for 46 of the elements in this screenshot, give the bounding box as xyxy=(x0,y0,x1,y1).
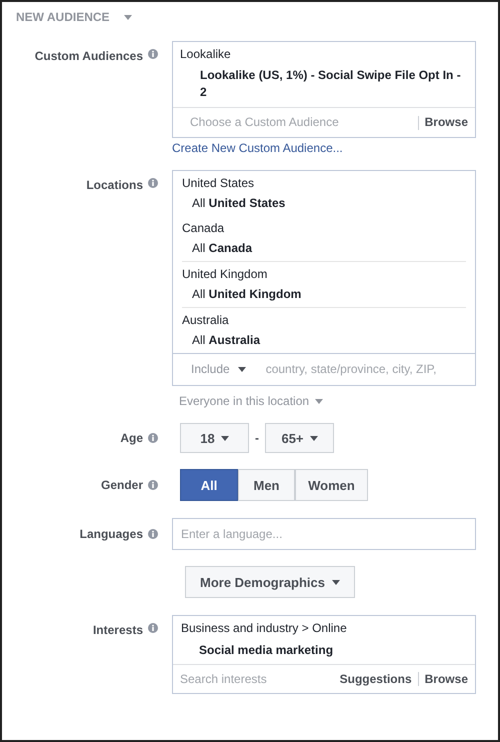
info-icon xyxy=(148,433,158,443)
selected-location[interactable]: All United States xyxy=(182,196,466,211)
location-group: Canada xyxy=(182,221,466,236)
location-search-field[interactable]: country, state/province, city, ZIP, xyxy=(266,362,469,377)
caret-icon xyxy=(238,367,246,372)
language-field[interactable]: Enter a language... xyxy=(172,518,476,550)
age-max-dropdown[interactable]: 65+ xyxy=(265,423,334,453)
location-group: United States xyxy=(182,176,466,191)
field-label: Age xyxy=(120,430,143,446)
selected-audience[interactable]: Lookalike (US, 1%) - Social Swipe File Opt In - 2 xyxy=(180,67,468,101)
info-icon xyxy=(148,49,158,59)
location-group: United Kingdom xyxy=(182,267,466,282)
search-field[interactable]: Choose a Custom Audience xyxy=(190,115,412,130)
field-label: Gender xyxy=(100,478,143,492)
field-label: Custom Audiences xyxy=(34,49,143,64)
info-icon xyxy=(148,178,158,188)
suggestions-link[interactable]: Suggestions xyxy=(340,672,412,686)
info-icon xyxy=(148,623,158,633)
more-demographics-dropdown[interactable]: More Demographics xyxy=(185,566,355,598)
selected-interest[interactable]: Social media marketing xyxy=(181,643,467,658)
interest-search-field[interactable]: Search interests xyxy=(180,672,340,686)
field-label: Interests xyxy=(92,623,143,638)
caret-icon xyxy=(332,580,340,584)
gender-option[interactable]: All xyxy=(180,469,238,501)
info-icon xyxy=(148,529,158,539)
selected-location[interactable]: All Canada xyxy=(182,241,466,256)
field-label: Locations xyxy=(86,178,143,193)
separator-text: - xyxy=(254,430,260,446)
selected-location[interactable]: All United Kingdom xyxy=(182,287,466,302)
caret-icon xyxy=(310,436,318,440)
section-title: NEW AUDIENCE xyxy=(16,10,110,25)
caret-icon xyxy=(124,15,132,20)
gender-option[interactable]: Women xyxy=(295,469,368,501)
field-label: Languages xyxy=(80,526,143,542)
info-icon xyxy=(148,480,158,490)
group-label: Business and industry > Online xyxy=(181,621,348,636)
location-group: Australia xyxy=(182,313,466,328)
selected-location[interactable]: All Australia xyxy=(182,333,466,348)
browse-link[interactable]: Browse xyxy=(424,672,468,686)
age-min-dropdown[interactable]: 18 xyxy=(180,423,249,453)
caret-icon xyxy=(315,399,324,404)
create-audience-link[interactable]: Create New Custom Audience... xyxy=(172,141,476,156)
browse-link[interactable]: Browse xyxy=(424,115,468,130)
gender-option[interactable]: Men xyxy=(238,469,295,501)
caret-icon xyxy=(220,436,229,440)
group-label: Lookalike xyxy=(180,47,232,62)
